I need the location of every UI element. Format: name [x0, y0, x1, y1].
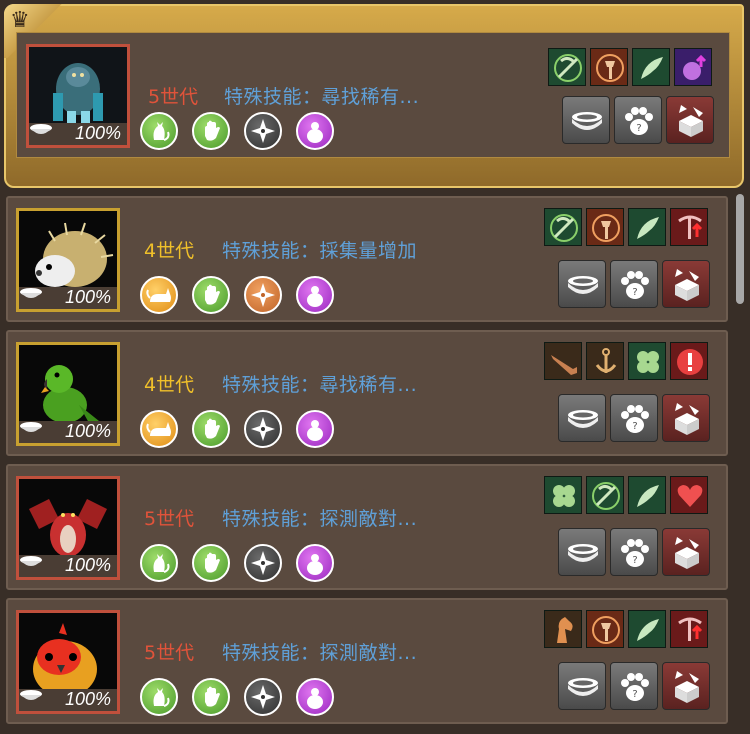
pickaxe-ability-icon	[670, 208, 708, 246]
paw-button[interactable]: ?	[614, 96, 662, 144]
pet-portrait[interactable]: 100%	[16, 342, 120, 446]
pet-status-bar: 100%	[29, 123, 127, 145]
bag-ability-icon	[674, 48, 712, 86]
feed-button[interactable]	[558, 528, 606, 576]
axe-ability-icon	[590, 48, 628, 86]
pet-skill: 特殊技能：採集量增加	[222, 240, 418, 262]
feed-button[interactable]	[558, 394, 606, 442]
bowl-icon	[30, 124, 52, 134]
pet-generation: 5世代	[144, 642, 195, 664]
bag-icon	[296, 112, 334, 150]
feed-button[interactable]	[558, 662, 606, 710]
compass-icon	[244, 678, 282, 716]
pet-generation: 5世代	[144, 508, 195, 530]
cat-icon	[140, 544, 178, 582]
release-button[interactable]	[662, 260, 710, 308]
pet-generation: 4世代	[144, 240, 195, 262]
wing-ability-icon	[628, 208, 666, 246]
gather-ability-icon	[544, 208, 582, 246]
pet-list-panel: ♛ 100% 5世代 特殊技能：尋找稀有... ? 100% 4世代 特殊技能：…	[0, 0, 750, 734]
compass-icon	[244, 112, 282, 150]
bag-icon	[296, 276, 334, 314]
paw-button[interactable]: ?	[610, 662, 658, 710]
bowl-icon	[20, 556, 42, 566]
pet-status-bar: 100%	[19, 555, 117, 577]
hand-icon	[192, 678, 230, 716]
pet-skill: 特殊技能：探測敵對...	[222, 508, 418, 530]
gather-ability-icon	[548, 48, 586, 86]
svg-text:?: ?	[632, 287, 637, 298]
pet-percent: 100%	[64, 421, 111, 441]
horse-ability-icon	[544, 610, 582, 648]
release-button[interactable]	[662, 394, 710, 442]
clover-ability-icon	[628, 342, 666, 380]
bag-icon	[296, 544, 334, 582]
pet-status-bar: 100%	[19, 287, 117, 309]
pet-portrait[interactable]: 100%	[16, 208, 120, 312]
pet-generation: 5世代	[148, 86, 199, 108]
heart-ability-icon	[670, 476, 708, 514]
gather-ability-icon	[586, 476, 624, 514]
svg-text:?: ?	[632, 421, 637, 432]
svg-text:?: ?	[636, 123, 641, 134]
pet-generation: 4世代	[144, 374, 195, 396]
pet-percent: 100%	[64, 555, 111, 575]
pet-card[interactable]: 100% 5世代 特殊技能：探測敵對... ?	[6, 464, 728, 590]
pet-portrait[interactable]: 100%	[16, 610, 120, 714]
cat-icon	[140, 276, 178, 314]
cat-icon	[140, 112, 178, 150]
feed-button[interactable]	[562, 96, 610, 144]
release-button[interactable]	[662, 528, 710, 576]
pet-portrait[interactable]: 100%	[26, 44, 130, 148]
release-button[interactable]	[662, 662, 710, 710]
pet-portrait[interactable]: 100%	[16, 476, 120, 580]
hand-icon	[192, 276, 230, 314]
axe-ability-icon	[586, 610, 624, 648]
feed-button[interactable]	[558, 260, 606, 308]
compass-icon	[244, 410, 282, 448]
hand-icon	[192, 544, 230, 582]
pet-card[interactable]: 100% 4世代 特殊技能：尋找稀有... ?	[6, 330, 728, 456]
hand-icon	[192, 112, 230, 150]
wing-ability-icon	[628, 476, 666, 514]
alert-ability-icon	[670, 342, 708, 380]
pet-skill: 特殊技能：尋找稀有...	[224, 86, 420, 108]
bag-icon	[296, 410, 334, 448]
crown-icon: ♛	[10, 8, 30, 33]
bowl-icon	[20, 288, 42, 298]
pickaxe-ability-icon	[670, 610, 708, 648]
gun-ability-icon	[544, 342, 582, 380]
pet-skill: 特殊技能：探測敵對...	[222, 642, 418, 664]
pet-skill: 特殊技能：尋找稀有...	[222, 374, 418, 396]
pet-percent: 100%	[64, 287, 111, 307]
paw-button[interactable]: ?	[610, 528, 658, 576]
axe-ability-icon	[586, 208, 624, 246]
pet-card-featured[interactable]: ♛ 100% 5世代 特殊技能：尋找稀有... ?	[4, 4, 744, 188]
pet-status-bar: 100%	[19, 421, 117, 443]
svg-text:?: ?	[632, 555, 637, 566]
cat-icon	[140, 678, 178, 716]
pet-percent: 100%	[74, 123, 121, 143]
wing-ability-icon	[632, 48, 670, 86]
bowl-icon	[20, 422, 42, 432]
anchor-ability-icon	[586, 342, 624, 380]
compass-icon	[244, 544, 282, 582]
svg-text:?: ?	[632, 689, 637, 700]
pet-card[interactable]: 100% 4世代 特殊技能：採集量增加 ?	[6, 196, 728, 322]
pet-card[interactable]: 100% 5世代 特殊技能：探測敵對... ?	[6, 598, 728, 724]
scrollbar-thumb[interactable]	[736, 194, 744, 304]
paw-button[interactable]: ?	[610, 260, 658, 308]
pet-status-bar: 100%	[19, 689, 117, 711]
bag-icon	[296, 678, 334, 716]
pet-percent: 100%	[64, 689, 111, 709]
bowl-icon	[20, 690, 42, 700]
cat-icon	[140, 410, 178, 448]
wing-ability-icon	[628, 610, 666, 648]
clover-ability-icon	[544, 476, 582, 514]
paw-button[interactable]: ?	[610, 394, 658, 442]
release-button[interactable]	[666, 96, 714, 144]
hand-icon	[192, 410, 230, 448]
compass-icon	[244, 276, 282, 314]
